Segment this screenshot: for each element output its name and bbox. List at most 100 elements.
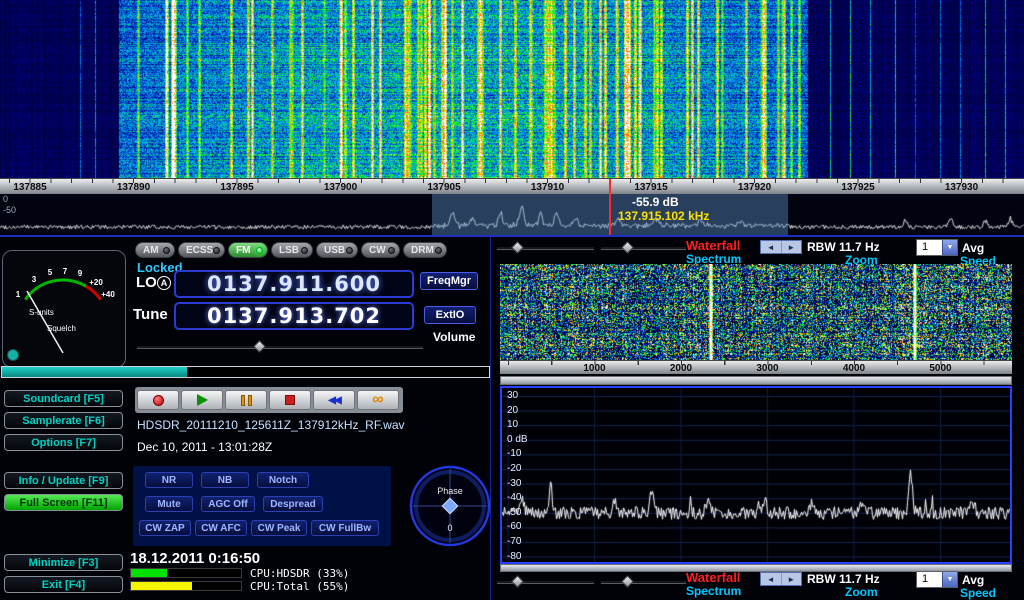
play-button[interactable] [181,390,223,410]
freq-tick-label: 137890 [117,182,150,193]
signal-level-fill [2,367,187,377]
dropdown-arrow-icon[interactable]: ▼ [942,572,957,587]
spin-left-icon[interactable]: ◄ [761,573,782,585]
rf-spectrum-display[interactable]: 0 -50 -55.9 dB 137.915.102 kHz [0,194,1024,235]
soundcard-button[interactable]: Soundcard [F5] [4,390,123,407]
waterfall2-brightness-slider-thumb[interactable] [511,575,524,588]
audio-frequency-scale[interactable]: 1000 2000 3000 4000 5000 [500,360,1012,374]
mode-cw-button[interactable]: CW [361,242,400,258]
lo-lock-button[interactable]: A [157,276,171,290]
rewind-button[interactable]: ◀◀ [313,390,355,410]
nr-button[interactable]: NR [145,472,193,488]
mode-label: LSB [279,245,299,256]
phase-value: 0 [447,523,452,533]
record-button[interactable] [137,390,179,410]
zoom2-spinner[interactable]: ◄ ► [760,572,802,586]
tune-cursor-line [609,179,611,235]
signal-level-bar[interactable] [1,366,490,378]
rf-frequency-scale[interactable]: 137885 137890 137895 137900 137905 13791… [0,178,1024,194]
nb-button[interactable]: NB [201,472,249,488]
rewind-icon: ◀◀ [328,395,339,406]
audio-db-label: 0 dB [507,434,528,445]
phase-label: Phase [437,486,463,496]
cursor-level-readout: -55.9 dB [632,195,679,209]
mode-ecss-button[interactable]: ECSS [178,242,225,258]
freq-tick-label: 137930 [945,182,978,193]
avg-dropdown[interactable]: 1 ▼ [916,239,958,256]
mode-label: FM [236,245,250,256]
waterfall2-toggle-label[interactable]: Waterfall [686,570,740,585]
avg2-dropdown[interactable]: 1 ▼ [916,571,958,588]
minimize-button[interactable]: Minimize [F3] [4,554,123,571]
volume-slider-thumb[interactable] [253,340,266,353]
tune-frequency-display[interactable]: 0137.913.702 [174,302,414,330]
mode-label: ECSS [186,245,213,256]
panel-divider-horizontal [0,235,1024,237]
fullscreen-button[interactable]: Full Screen [F11] [4,494,123,511]
audio-db-label: 10 [507,419,518,430]
waterfall-contrast-slider-thumb[interactable] [621,241,634,254]
extio-button[interactable]: ExtIO [424,306,476,324]
cpu-total-fill [131,582,192,590]
smeter-tick: +40 [101,290,115,299]
mute-button[interactable]: Mute [145,496,193,512]
cw-afc-button[interactable]: CW AFC [195,520,247,536]
pause-button[interactable] [225,390,267,410]
despread-button[interactable]: Despread [263,496,323,512]
spin-right-icon[interactable]: ► [782,241,802,253]
stop-button[interactable] [269,390,311,410]
dropdown-arrow-icon[interactable]: ▼ [942,240,957,255]
mode-led-icon [388,247,395,254]
stop-icon [285,395,295,405]
agc-off-button[interactable]: AGC Off [201,496,255,512]
cw-peak-button[interactable]: CW Peak [251,520,307,536]
waterfall2-contrast-slider-track[interactable] [601,580,686,584]
loop-button[interactable]: ∞ [357,390,399,410]
options-button[interactable]: Options [F7] [4,434,123,451]
tune-label: Tune [133,306,168,323]
smeter-tick: +20 [89,278,103,287]
recording-timestamp: Dec 10, 2011 - 13:01:28Z [137,440,272,454]
smeter-tick: 9 [78,269,83,278]
waterfall2-contrast-slider-thumb[interactable] [621,575,634,588]
mode-usb-button[interactable]: USB [316,242,358,258]
info-update-button[interactable]: Info / Update [F9] [4,472,123,489]
spin-left-icon[interactable]: ◄ [761,241,782,253]
notch-button[interactable]: Notch [257,472,309,488]
mode-am-button[interactable]: AM [135,242,175,258]
audio-zoom-scrollbar[interactable] [500,376,1012,385]
avg-label: Avg [962,241,984,255]
rbw-readout: RBW 11.7 Hz [807,240,880,254]
recording-filename: HDSDR_20111210_125611Z_137912kHz_RF.wav [137,418,405,432]
spectrum2-toggle-label[interactable]: Spectrum [686,584,741,598]
smeter-tick: 5 [48,268,53,277]
freqmgr-button[interactable]: FreqMgr [420,272,478,290]
volume-slider-track[interactable] [137,345,423,349]
audio-db-label: -10 [507,448,521,459]
play-icon [197,394,208,406]
spin-right-icon[interactable]: ► [782,573,802,585]
phase-dial[interactable]: Phase 0 [408,464,492,548]
mode-lsb-button[interactable]: LSB [271,242,313,258]
mode-drm-button[interactable]: DRM [403,242,447,258]
cw-zap-button[interactable]: CW ZAP [139,520,191,536]
rf-waterfall-display[interactable] [0,0,1024,178]
waterfall-toggle-label[interactable]: Waterfall [686,238,740,253]
dsp-panel: NR NB Notch Mute AGC Off Despread CW ZAP… [133,466,391,546]
audio-waterfall-display[interactable] [500,264,1012,360]
waterfall-contrast-slider-track[interactable] [601,246,686,250]
squelch-knob[interactable] [8,350,19,361]
audio-tick-label: 1000 [583,363,605,374]
samplerate-button[interactable]: Samplerate [F6] [4,412,123,429]
audio-spectrum-display[interactable]: 30 20 10 0 dB -10 -20 -30 -40 -50 -60 -7… [500,386,1012,564]
audio-tick-label: 3000 [756,363,778,374]
cw-fullbw-button[interactable]: CW FullBw [311,520,379,536]
mode-led-icon [346,247,353,254]
exit-button[interactable]: Exit [F4] [4,576,123,593]
mode-fm-button[interactable]: FM [228,242,268,258]
zoom-spinner[interactable]: ◄ ► [760,240,802,254]
waterfall-brightness-slider-thumb[interactable] [511,241,524,254]
media-toolbar: ◀◀ ∞ [135,387,403,413]
lo-frequency-display[interactable]: 0137.911.600 [174,270,414,298]
audio-tick-label: 4000 [843,363,865,374]
